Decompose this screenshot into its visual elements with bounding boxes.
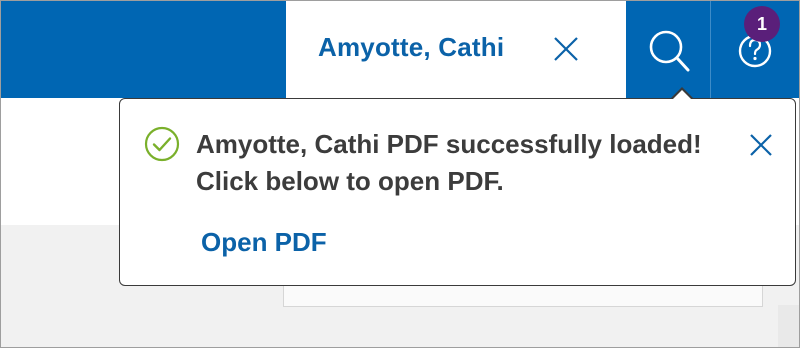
patient-tab[interactable]: Amyotte, Cathi xyxy=(286,0,626,98)
search-button[interactable] xyxy=(626,0,710,98)
search-icon xyxy=(649,30,690,72)
close-icon[interactable] xyxy=(551,34,581,64)
background-card xyxy=(283,286,763,307)
toast-message: Amyotte, Cathi PDF successfully loaded! … xyxy=(196,129,702,196)
top-bar: Amyotte, Cathi 1 xyxy=(0,0,800,98)
close-icon[interactable] xyxy=(748,132,774,158)
background-scroll-area xyxy=(778,305,800,348)
open-pdf-link[interactable]: Open PDF xyxy=(201,227,327,258)
notification-badge: 1 xyxy=(744,6,780,42)
patient-tab-name[interactable]: Amyotte, Cathi xyxy=(318,32,504,63)
toast-pointer-fill xyxy=(672,90,692,100)
check-circle-icon xyxy=(144,126,180,162)
pdf-loaded-toast: Amyotte, Cathi PDF successfully loaded! … xyxy=(119,98,796,286)
